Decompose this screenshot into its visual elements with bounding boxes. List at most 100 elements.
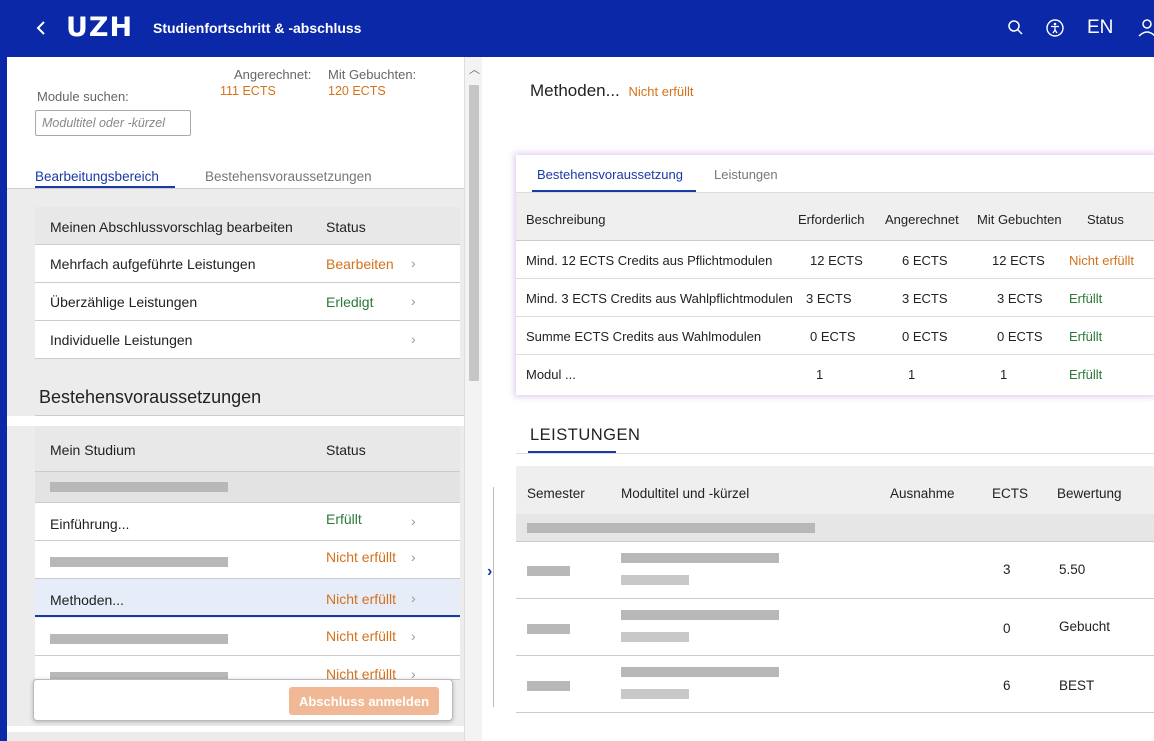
col-angerechnet: Angerechnet	[885, 212, 959, 227]
leistungen-section-title: LEISTUNGEN	[530, 426, 641, 444]
req-table-header: Beschreibung Erforderlich Angerechnet Mi…	[516, 193, 1154, 241]
req-booked: 1	[1000, 367, 1008, 382]
chevron-right-icon: ›	[411, 590, 416, 606]
search-icon[interactable]	[1005, 17, 1027, 39]
top-bar: UZH Studienfortschritt & -abschluss EN	[0, 0, 1154, 57]
redacted-text	[621, 667, 779, 677]
row-label: Individuelle Leistungen	[50, 332, 193, 348]
table-row[interactable]: 3 5.50	[516, 542, 1154, 599]
row-label: Einführung...	[50, 516, 130, 532]
chevron-right-icon: ›	[411, 255, 416, 271]
section-divider	[516, 453, 1154, 454]
table-row[interactable]: Mind. 12 ECTS Credits aus Pflichtmodulen…	[516, 241, 1154, 279]
detail-title: Methoden... Nicht erfüllt	[530, 81, 694, 101]
table-row[interactable]: Mind. 3 ECTS Credits aus Wahlpflichtmodu…	[516, 279, 1154, 317]
semester-group-row[interactable]	[516, 514, 1154, 542]
table-row[interactable]: 0 Gebucht	[516, 599, 1154, 656]
submit-degree-button[interactable]: Abschluss anmelden	[289, 687, 439, 715]
module-search-input[interactable]	[35, 110, 191, 136]
req-credited: 0 ECTS	[902, 329, 948, 344]
study-header-status: Status	[326, 442, 366, 458]
study-row-2[interactable]: Nicht erfüllt ›	[35, 541, 460, 579]
grade-value: 5.50	[1059, 562, 1086, 577]
col-mit-gebuchten: Mit Gebuchten	[977, 212, 1062, 227]
redacted-text	[621, 553, 779, 563]
section-divider	[35, 415, 464, 416]
req-credited: 6 ECTS	[902, 253, 948, 268]
status-badge: Nicht erfüllt	[326, 628, 397, 644]
right-panel: Methoden... Nicht erfüllt Bestehensvorau…	[512, 57, 1154, 741]
tab-bestehensvoraussetzung[interactable]: Bestehensvoraussetzung	[537, 167, 683, 182]
status-badge: Erfüllt	[1069, 329, 1103, 344]
chevron-right-icon: ›	[411, 293, 416, 309]
credited-value: 111 ECTS	[220, 84, 276, 98]
edit-row-individuell[interactable]: Individuelle Leistungen ›	[35, 321, 460, 359]
footer-strip	[7, 732, 464, 741]
redacted-text	[50, 482, 228, 492]
detail-title-text: Methoden...	[530, 81, 620, 100]
edit-row-mehrfach[interactable]: Mehrfach aufgeführte Leistungen Bearbeit…	[35, 245, 460, 283]
study-group-row[interactable]	[35, 472, 460, 503]
chevron-right-icon: ›	[411, 628, 416, 644]
table-row[interactable]: Modul ... 1 1 1 Erfüllt	[516, 355, 1154, 393]
ects-value: 3	[1003, 562, 1011, 577]
redacted-text	[527, 523, 815, 533]
panel-divider: ›	[482, 57, 512, 741]
accessibility-icon[interactable]	[1044, 17, 1066, 39]
table-row[interactable]: Summe ECTS Credits aus Wahlmodulen 0 ECT…	[516, 317, 1154, 355]
req-description: Mind. 12 ECTS Credits aus Pflichtmodulen	[526, 253, 773, 268]
user-icon[interactable]	[1136, 17, 1154, 39]
tab-bearbeitungsbereich[interactable]: Bearbeitungsbereich	[35, 169, 159, 184]
req-booked: 3 ECTS	[997, 291, 1043, 306]
credited-stat: Angerechnet: 111 ECTS	[220, 67, 312, 98]
status-badge: Erfüllt	[1069, 291, 1103, 306]
ects-value: 6	[1003, 678, 1011, 693]
back-chevron-icon[interactable]	[34, 18, 48, 38]
left-scrollbar[interactable]: ︿	[464, 57, 482, 741]
study-table-header: Mein Studium Status	[35, 426, 460, 472]
req-required: 0 ECTS	[810, 329, 856, 344]
study-row-4[interactable]: Nicht erfüllt ›	[35, 618, 460, 656]
table-row[interactable]: 6 BEST	[516, 656, 1154, 713]
submit-bar: Abschluss anmelden	[33, 679, 453, 721]
edit-row-ueberzaehlig[interactable]: Überzählige Leistungen Erledigt ›	[35, 283, 460, 321]
study-row-5[interactable]: Nicht erfüllt ›	[35, 656, 460, 680]
chevron-up-icon[interactable]: ︿	[469, 61, 480, 77]
ects-value: 0	[1003, 621, 1011, 636]
redacted-text	[50, 634, 228, 644]
chevron-right-icon[interactable]: ›	[487, 563, 492, 581]
credited-label: Angerechnet:	[234, 67, 312, 82]
chevron-right-icon: ›	[411, 513, 416, 529]
study-row-methoden[interactable]: Methoden... Nicht erfüllt ›	[35, 579, 460, 617]
redacted-text	[527, 566, 570, 576]
booked-value: 120 ECTS	[328, 84, 386, 98]
left-panel: Module suchen: Angerechnet: 111 ECTS Mit…	[7, 57, 464, 741]
booked-label: Mit Gebuchten:	[328, 67, 417, 82]
redacted-text	[621, 689, 689, 699]
redacted-text	[621, 610, 779, 620]
row-label: Mehrfach aufgeführte Leistungen	[50, 256, 256, 272]
redacted-text	[50, 557, 228, 567]
tab-leistungen[interactable]: Leistungen	[714, 167, 778, 182]
col-beschreibung: Beschreibung	[526, 212, 606, 227]
req-description: Summe ECTS Credits aus Wahlmodulen	[526, 329, 762, 344]
requirements-section-title: Bestehensvoraussetzungen	[39, 387, 262, 407]
language-switch[interactable]: EN	[1087, 17, 1113, 39]
divider-line	[493, 487, 494, 707]
status-badge: Nicht erfüllt	[326, 549, 397, 565]
status-badge: Nicht erfüllt	[1069, 253, 1135, 268]
app-title: Studienfortschritt & -abschluss	[153, 20, 362, 36]
req-required: 1	[816, 367, 824, 382]
redacted-text	[527, 681, 570, 691]
scroll-thumb[interactable]	[469, 85, 479, 381]
row-label: Methoden...	[50, 592, 124, 608]
uzh-logo[interactable]: UZH	[66, 12, 133, 43]
window-frame	[0, 57, 7, 741]
req-required: 3 ECTS	[806, 291, 852, 306]
status-badge: Erfüllt	[326, 511, 362, 527]
status-badge: Erledigt	[326, 294, 374, 310]
study-row-einfuehrung[interactable]: Einführung... Erfüllt ›	[35, 503, 460, 541]
tab-bestehensvoraussetzungen[interactable]: Bestehensvoraussetzungen	[205, 169, 372, 184]
redacted-text	[527, 624, 570, 634]
redacted-text	[621, 575, 689, 585]
